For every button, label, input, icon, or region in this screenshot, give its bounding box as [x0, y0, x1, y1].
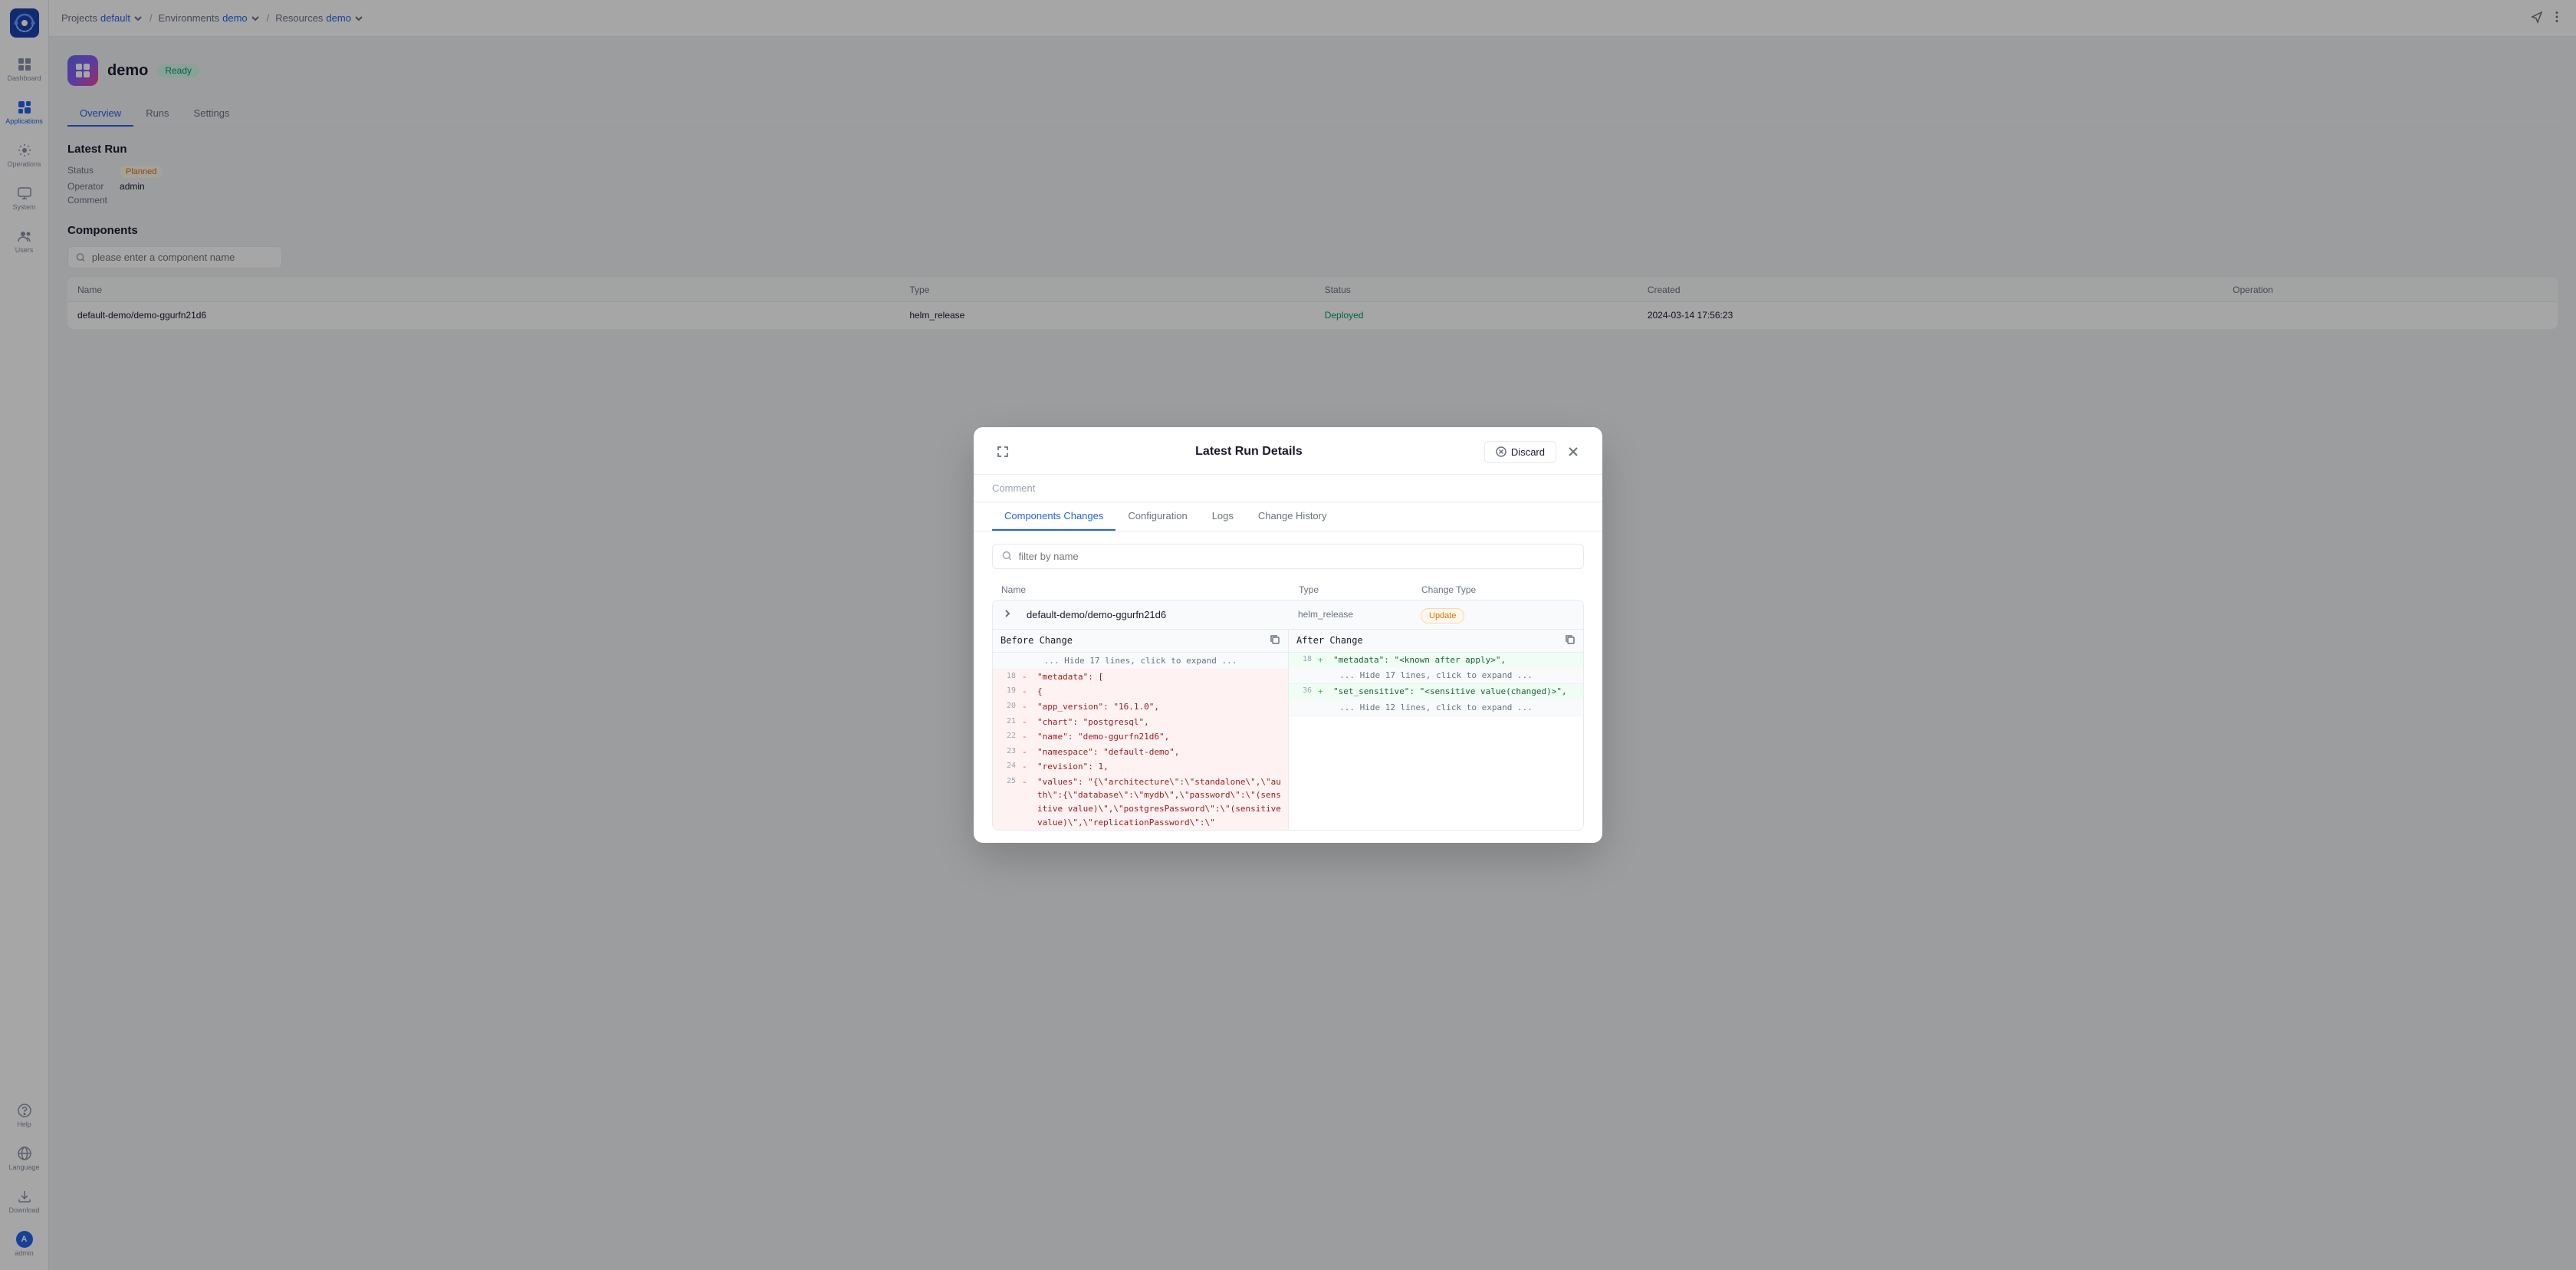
- modal-header: Latest Run Details Discard: [974, 427, 1602, 475]
- change-row: default-demo/demo-ggurfn21d6 helm_releas…: [992, 600, 1584, 831]
- diff-before-expand[interactable]: ... Hide 17 lines, click to expand ...: [993, 653, 1288, 670]
- diff-line-before-18: 18 - "metadata": [: [993, 670, 1288, 685]
- modal-comment-area[interactable]: Comment: [974, 475, 1602, 502]
- modal-tabs: Components Changes Configuration Logs Ch…: [974, 502, 1602, 531]
- modal-tab-logs[interactable]: Logs: [1200, 502, 1246, 531]
- diff-after-expand2[interactable]: ... Hide 12 lines, click to expand ...: [1289, 699, 1583, 716]
- modal-search-icon: [1002, 551, 1013, 561]
- change-row-type: helm_release: [1298, 609, 1421, 620]
- diff-line-before-20: 20 - "app_version": "16.1.0",: [993, 699, 1288, 715]
- change-row-header[interactable]: default-demo/demo-ggurfn21d6 helm_releas…: [993, 600, 1583, 629]
- modal-body: Name Type Change Type default-demo/demo-…: [974, 531, 1602, 844]
- diff-container: Before Change ... Hide 17 lines, click t…: [993, 629, 1583, 831]
- diff-panel-after: After Change 18 + "metadata": "<known af…: [1288, 630, 1583, 831]
- change-col-type: Type: [1299, 584, 1421, 595]
- change-row-chevron: [1002, 608, 1027, 621]
- modal-title: Latest Run Details: [1014, 445, 1484, 459]
- discard-button[interactable]: Discard: [1484, 441, 1556, 463]
- modal: Latest Run Details Discard Comment Compo…: [974, 427, 1602, 844]
- diff-after-expand1[interactable]: ... Hide 17 lines, click to expand ...: [1289, 667, 1583, 684]
- modal-tab-components-changes[interactable]: Components Changes: [992, 502, 1116, 531]
- modal-header-right: Discard: [1484, 441, 1584, 463]
- change-table-header: Name Type Change Type: [992, 580, 1584, 600]
- change-col-change-type: Change Type: [1421, 584, 1575, 595]
- modal-tab-configuration[interactable]: Configuration: [1116, 502, 1199, 531]
- modal-search-box: [992, 544, 1584, 569]
- change-col-name: Name: [1001, 584, 1299, 595]
- diff-line-after-18: 18 + "metadata": "<known after apply>",: [1289, 653, 1583, 668]
- diff-line-before-23: 23 - "namespace": "default-demo",: [993, 745, 1288, 760]
- diff-line-before-24: 24 - "revision": 1,: [993, 759, 1288, 775]
- diff-line-before-22: 22 - "name": "demo-ggurfn21d6",: [993, 729, 1288, 745]
- discard-icon: [1496, 446, 1506, 457]
- diff-before-copy-button[interactable]: [1270, 634, 1280, 647]
- change-row-change-type: Update: [1421, 608, 1464, 623]
- diff-line-after-36: 36 + "set_sensitive": "<sensitive value(…: [1289, 684, 1583, 699]
- diff-before-header: Before Change: [993, 630, 1288, 653]
- modal-expand-button[interactable]: [992, 441, 1014, 462]
- diff-line-before-19: 19 - {: [993, 684, 1288, 699]
- diff-panel-before: Before Change ... Hide 17 lines, click t…: [993, 630, 1288, 831]
- diff-after-copy-button[interactable]: [1565, 634, 1576, 647]
- change-row-name: default-demo/demo-ggurfn21d6: [1027, 609, 1298, 620]
- modal-header-left: [992, 441, 1014, 462]
- modal-search-input[interactable]: [1019, 551, 1574, 562]
- modal-tab-change-history[interactable]: Change History: [1246, 502, 1339, 531]
- diff-line-before-25: 25 - "values": "{\"architecture\":\"stan…: [993, 775, 1288, 830]
- modal-overlay: Latest Run Details Discard Comment Compo…: [0, 0, 2576, 1270]
- diff-after-header: After Change: [1289, 630, 1583, 653]
- diff-line-before-21: 21 - "chart": "postgresql",: [993, 715, 1288, 730]
- modal-comment-placeholder: Comment: [992, 482, 1035, 494]
- modal-close-button[interactable]: [1562, 441, 1584, 462]
